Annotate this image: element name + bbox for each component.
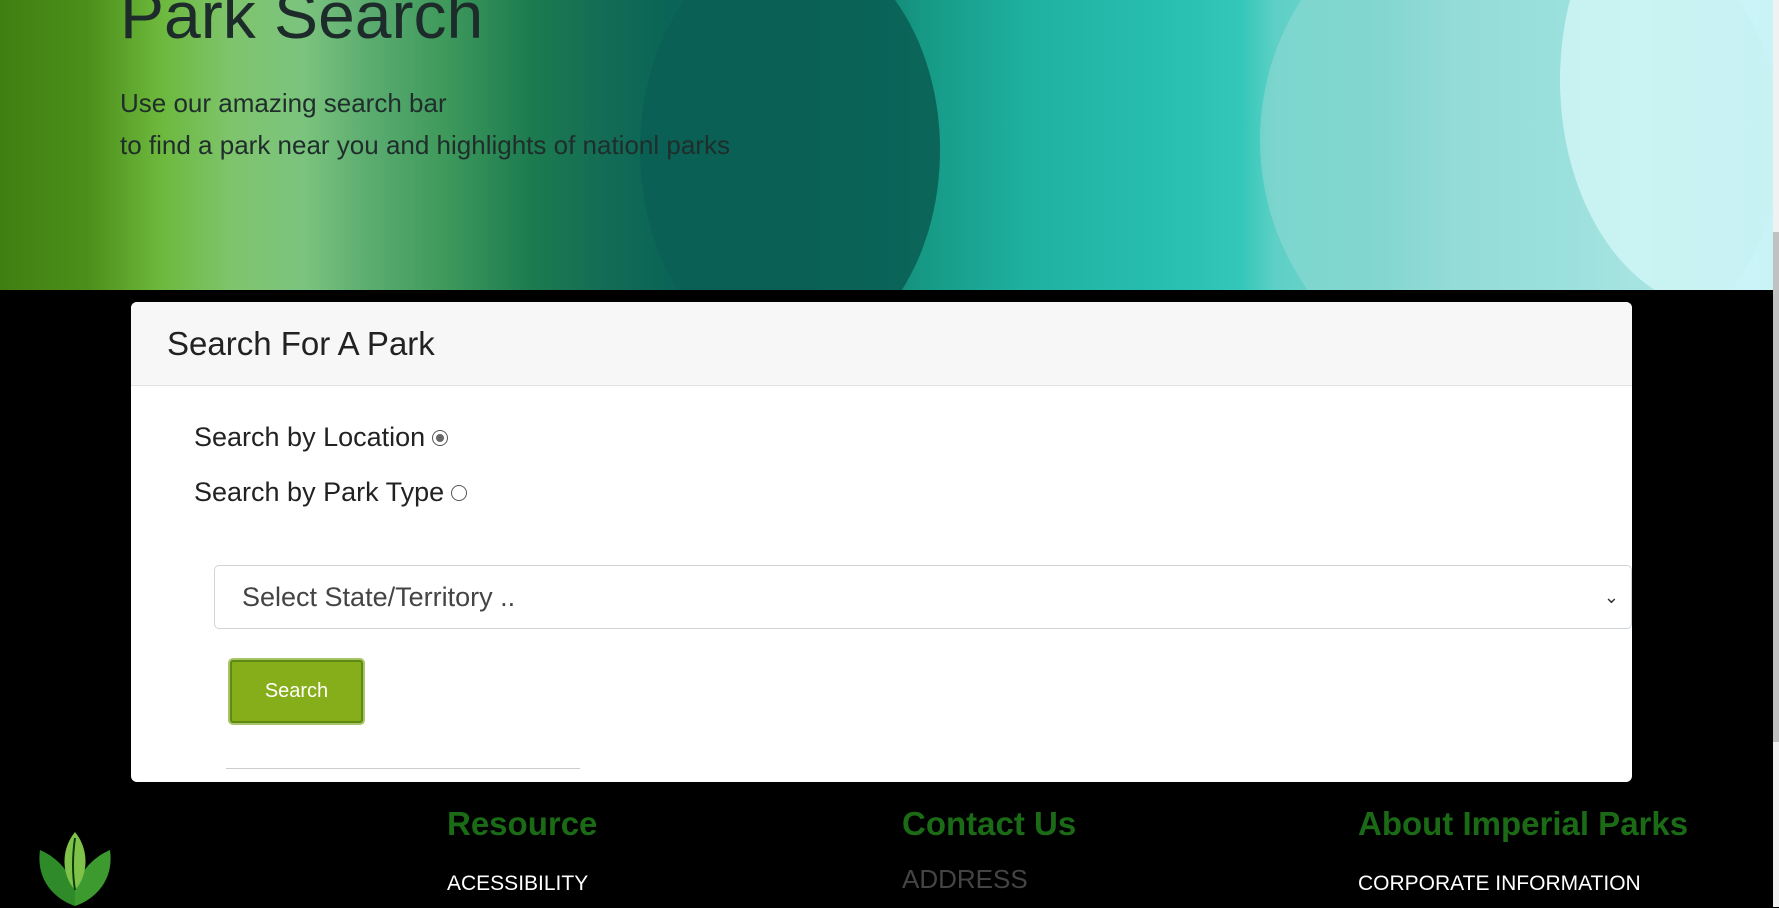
radio-search-by-location[interactable]: Search by Location <box>194 422 449 453</box>
corporate-information-link[interactable]: CORPORATE INFORMATION <box>1358 872 1688 896</box>
footer-contact: Contact Us ADDRESS <box>902 805 1077 895</box>
leaf-logo-icon <box>39 832 111 906</box>
hero-banner: Park Search Use our amazing search bar t… <box>0 0 1773 290</box>
radio-location-button[interactable] <box>432 429 449 446</box>
footer-resource-heading: Resource <box>447 805 598 842</box>
footer-contact-heading: Contact Us <box>902 805 1077 842</box>
page-scrollbar[interactable] <box>1773 0 1779 907</box>
radio-search-by-park-type[interactable]: Search by Park Type <box>194 477 468 508</box>
card-title: Search For A Park <box>167 325 435 362</box>
search-card: Search For A Park Search by Location Sea… <box>131 302 1632 782</box>
select-value: Select State/Territory .. <box>242 582 516 612</box>
divider <box>226 768 580 769</box>
state-territory-select[interactable]: Select State/Territory .. ⌄ <box>214 565 1632 629</box>
footer-about-heading: About Imperial Parks <box>1358 805 1689 842</box>
footer-about: About Imperial Parks CORPORATE INFORMATI… <box>1358 805 1689 896</box>
radio-parktype-button[interactable] <box>451 484 468 501</box>
search-button[interactable]: Search <box>230 660 363 723</box>
scrollbar-thumb[interactable] <box>1773 232 1779 742</box>
card-header: Search For A Park <box>131 302 1632 386</box>
radio-location-label: Search by Location <box>194 422 426 452</box>
page-title: Park Search <box>120 0 484 52</box>
hero-subtitle: Use our amazing search bar to find a par… <box>120 82 730 166</box>
radio-parktype-label: Search by Park Type <box>194 477 445 507</box>
accessibility-link[interactable]: ACESSIBILITY <box>447 872 597 896</box>
footer-resource: Resource ACESSIBILITY <box>447 805 598 896</box>
hero-subtitle-line2: to find a park near you and highlights o… <box>120 130 730 160</box>
address-text: ADDRESS <box>902 864 1028 895</box>
hero-subtitle-line1: Use our amazing search bar <box>120 88 447 118</box>
chevron-down-icon: ⌄ <box>1603 587 1619 607</box>
